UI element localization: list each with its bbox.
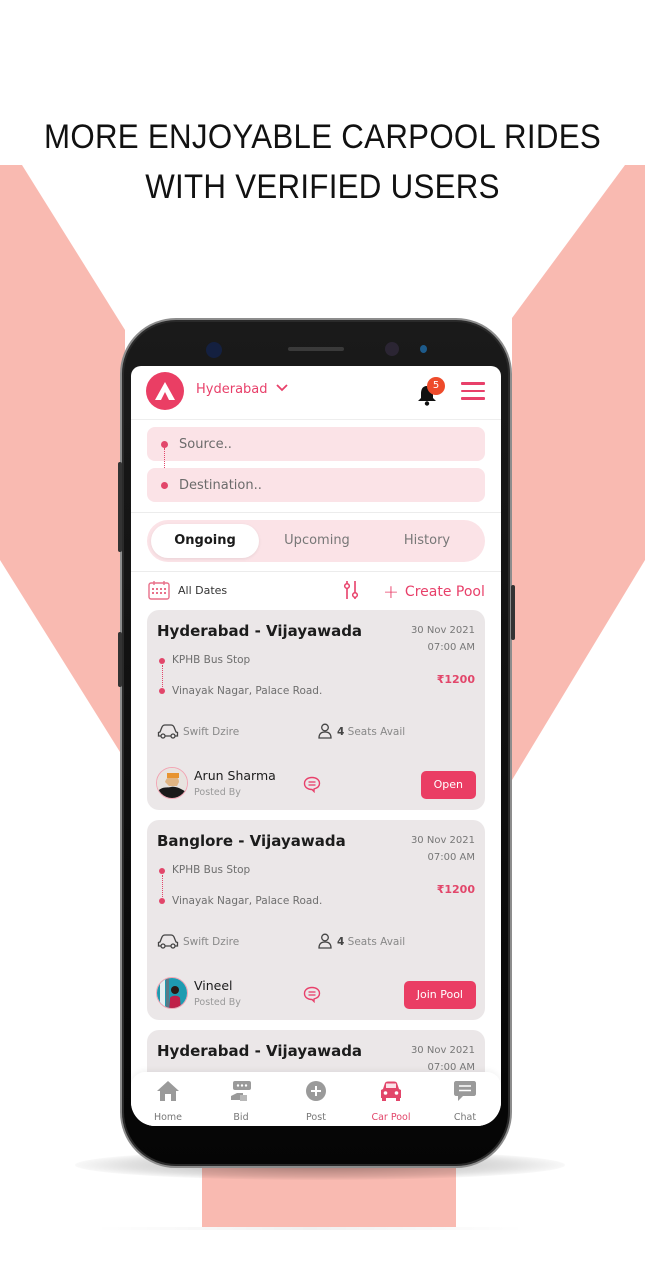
- drop-dot-icon: [159, 898, 165, 904]
- volume-button: [118, 462, 122, 552]
- front-camera: [385, 342, 399, 356]
- route-connector: [161, 665, 163, 687]
- car-icon: [157, 934, 179, 949]
- join-pool-button[interactable]: Join Pool: [403, 981, 476, 1009]
- promo-headline: MORE ENJOYABLE CARPOOL RIDES WITH VERIFI…: [26, 112, 619, 212]
- poster-name: Vineel: [194, 978, 233, 993]
- date-filter-label[interactable]: All Dates: [178, 584, 227, 597]
- posted-by-label: Posted By: [194, 997, 241, 1008]
- bottom-navigation: Home Bid Post Car Pool Chat: [131, 1072, 501, 1126]
- ride-title: Banglore - Vijayawada: [157, 832, 346, 850]
- divider: [131, 512, 501, 513]
- sliders-icon[interactable]: [343, 580, 359, 600]
- seats-count: 4: [337, 726, 345, 738]
- nav-label: Car Pool: [371, 1112, 411, 1123]
- nav-label: Post: [306, 1112, 326, 1123]
- proximity-sensor: [420, 345, 427, 353]
- ride-card[interactable]: Hyderabad - Vijayawada 30 Nov 2021 07:00…: [147, 610, 485, 810]
- source-field[interactable]: [147, 427, 485, 461]
- ride-title: Hyderabad - Vijayawada: [157, 622, 363, 640]
- drop-dot-icon: [159, 688, 165, 694]
- route-connector: [161, 875, 163, 897]
- pickup-location: KPHB Bus Stop: [172, 654, 251, 666]
- floor-line: [95, 1227, 525, 1230]
- bid-icon: [231, 1081, 251, 1101]
- seats-label: Seats Avail: [347, 726, 406, 738]
- drop-location: Vinayak Nagar, Palace Road.: [172, 685, 323, 697]
- car-icon: [157, 724, 179, 739]
- chevron-down-icon[interactable]: [276, 383, 288, 393]
- create-pool-label: Create Pool: [404, 584, 485, 600]
- app-header: Hyderabad 5: [131, 366, 501, 420]
- person-icon: [318, 723, 332, 739]
- front-sensor: [206, 342, 222, 358]
- source-dot-icon: [161, 441, 168, 448]
- nav-label: Chat: [453, 1112, 477, 1123]
- app-logo-icon: [155, 382, 175, 400]
- source-input[interactable]: [179, 427, 469, 461]
- nav-post[interactable]: Post: [279, 1076, 353, 1126]
- create-pool-button[interactable]: + Create Pool: [383, 581, 485, 603]
- hamburger-menu-icon[interactable]: [461, 382, 485, 405]
- car-model: Swift Dzire: [183, 726, 240, 738]
- ride-tabs: Ongoing Upcoming History: [147, 520, 485, 562]
- app-logo[interactable]: [146, 372, 184, 410]
- car-model: Swift Dzire: [183, 936, 240, 948]
- chat-bubble-icon[interactable]: [303, 986, 321, 1003]
- pickup-dot-icon: [159, 868, 165, 874]
- destination-input[interactable]: [179, 468, 469, 502]
- person-icon: [318, 933, 332, 949]
- city-selector[interactable]: Hyderabad: [196, 382, 268, 397]
- plus-circle-icon: [306, 1081, 326, 1101]
- destination-dot-icon: [161, 482, 168, 489]
- tab-ongoing[interactable]: Ongoing: [151, 524, 259, 558]
- posted-by-label: Posted By: [194, 787, 241, 798]
- earpiece-speaker: [288, 347, 344, 351]
- pickup-dot-icon: [159, 658, 165, 664]
- destination-field[interactable]: [147, 468, 485, 502]
- nav-chat[interactable]: Chat: [428, 1076, 501, 1126]
- avatar[interactable]: [156, 767, 188, 799]
- ride-time: 07:00 AM: [427, 852, 475, 863]
- notification-badge: 5: [427, 377, 445, 395]
- drop-location: Vinayak Nagar, Palace Road.: [172, 895, 323, 907]
- ride-date: 30 Nov 2021: [410, 835, 475, 846]
- filter-bar: All Dates + Create Pool: [131, 571, 501, 607]
- power-button: [511, 585, 515, 640]
- nav-bid[interactable]: Bid: [204, 1076, 278, 1126]
- seats-count: 4: [337, 936, 345, 948]
- ride-time: 07:00 AM: [427, 642, 475, 653]
- chat-bubble-icon[interactable]: [303, 776, 321, 793]
- nav-label: Bid: [233, 1112, 249, 1123]
- tab-history[interactable]: History: [373, 524, 481, 558]
- tab-upcoming[interactable]: Upcoming: [263, 524, 371, 558]
- bixby-button: [118, 632, 122, 687]
- app-screen: Hyderabad 5 Ongoing Upcoming History: [131, 366, 501, 1126]
- pickup-location: KPHB Bus Stop: [172, 864, 251, 876]
- seats-available: 4 Seats Avail: [337, 726, 405, 738]
- chat-icon: [454, 1081, 476, 1101]
- ride-price: ₹1200: [436, 883, 475, 896]
- ride-date: 30 Nov 2021: [410, 1045, 475, 1056]
- seats-available: 4 Seats Avail: [337, 936, 405, 948]
- ride-title: Hyderabad - Vijayawada: [157, 1042, 363, 1060]
- avatar-image: [157, 978, 187, 1008]
- seats-label: Seats Avail: [347, 936, 406, 948]
- headline-line-1: MORE ENJOYABLE CARPOOL RIDES: [43, 118, 602, 156]
- poster-name: Arun Sharma: [194, 768, 276, 783]
- headline-line-2: WITH VERIFIED USERS: [145, 168, 500, 206]
- open-ride-button[interactable]: Open: [420, 771, 476, 799]
- nav-label: Home: [153, 1112, 183, 1123]
- nav-home[interactable]: Home: [131, 1076, 205, 1126]
- ride-card[interactable]: Banglore - Vijayawada 30 Nov 2021 07:00 …: [147, 820, 485, 1020]
- home-icon: [157, 1081, 179, 1101]
- plus-icon: +: [383, 581, 399, 603]
- car-icon: [381, 1081, 401, 1101]
- avatar[interactable]: [156, 977, 188, 1009]
- calendar-icon[interactable]: [148, 580, 170, 600]
- nav-car-pool[interactable]: Car Pool: [354, 1076, 428, 1126]
- ride-price: ₹1200: [436, 673, 475, 686]
- ride-date: 30 Nov 2021: [410, 625, 475, 636]
- avatar-image: [157, 768, 187, 798]
